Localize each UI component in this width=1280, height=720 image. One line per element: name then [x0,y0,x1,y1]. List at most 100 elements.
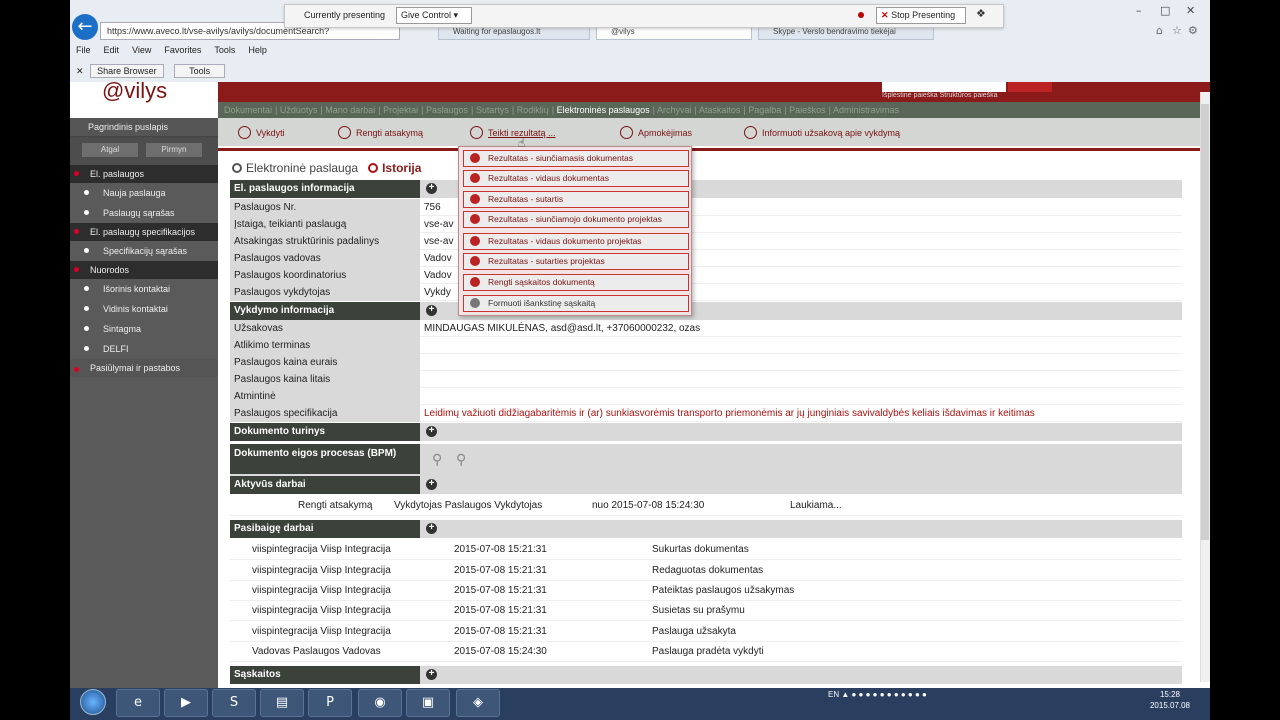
sidebar-item-external-contacts[interactable]: Išorinis kontaktai [70,279,218,299]
tab-history[interactable]: Istorija [382,161,421,175]
sidebar-item-sintagma[interactable]: Sintagma [70,319,218,339]
folder-icon[interactable]: ▤ [260,689,304,717]
minimize-icon[interactable]: – [1136,4,1142,17]
expand-icon[interactable]: + [426,523,437,534]
sidebar-group-eservices[interactable]: El. paslaugos [70,165,218,183]
start-button[interactable] [80,689,106,715]
menu-file[interactable]: File [76,45,91,55]
sidebar-item-service-list[interactable]: Paslaugų sąrašas [70,203,218,223]
zoom-in-icon[interactable]: ⚲ [432,452,442,468]
language-indicator[interactable]: EN [828,690,839,699]
nav-item-active[interactable]: Elektroninės paslaugos [557,105,650,115]
close-icon[interactable]: ✕ [1186,4,1195,17]
sidebar-group-specifications[interactable]: El. paslaugų specifikacijos [70,223,218,241]
sidebar-item-internal-contacts[interactable]: Vidinis kontaktai [70,299,218,319]
inform-icon [744,126,757,139]
expand-icon[interactable]: + [426,183,437,194]
table-row[interactable]: viispintegracija Viisp Integracija 2015-0… [230,601,1182,621]
payment-button[interactable]: Apmokėjimas [620,126,692,139]
menu-favorites[interactable]: Favorites [164,45,201,55]
expand-icon[interactable]: + [426,426,437,437]
give-control-dropdown[interactable]: Give Control ▾ [396,7,472,24]
nav-item[interactable]: Administravimas [833,105,899,115]
menu-item[interactable]: Formuoti išankstinę sąskaitą [463,295,689,312]
skype-icon[interactable]: S [212,689,256,717]
field-value: 756 [424,202,441,213]
action-toolbar: Vykdyti Rengti atsakymą Teikti rezultatą… [218,118,1200,146]
nav-item[interactable]: Paslaugos [426,105,468,115]
menu-help[interactable]: Help [248,45,267,55]
expand-icon[interactable]: + [426,305,437,316]
nav-item[interactable]: Projektai [383,105,418,115]
scrollbar-thumb[interactable] [1201,104,1209,540]
menu-edit[interactable]: Edit [104,45,120,55]
maximize-icon[interactable]: □ [1160,4,1170,17]
table-row[interactable]: viispintegracija Viisp Integracija 2015-0… [230,540,1182,560]
sidebar-group-links[interactable]: Nuorodos [70,261,218,279]
nav-item[interactable]: Archyvai [657,105,692,115]
nav-item[interactable]: Rodiklių [517,105,549,115]
work-user: Vadovas Paslaugos Vadovas [252,646,381,657]
sidebar-item-new-service[interactable]: Nauja paslauga [70,183,218,203]
share-browser-button[interactable]: Share Browser [90,64,164,78]
field-value: Leidimų važiuoti didžiagabaritėmis ir (a… [424,408,1035,419]
sidebar-home-link[interactable]: Pagrindinis puslapis [70,118,218,137]
nav-item[interactable]: Sutartys [476,105,509,115]
table-row[interactable]: Vadovas Paslaugos Vadovas 2015-07-08 15:2… [230,642,1182,662]
nav-item[interactable]: Mano darbai [325,105,375,115]
menu-item[interactable]: Rengti sąskaitos dokumentą [463,274,689,291]
pin-icon[interactable]: ❖ [976,7,986,20]
nav-item[interactable]: Paieškos [789,105,826,115]
back-nav-button[interactable]: Atgal [82,143,138,157]
sidebar-item-delfi[interactable]: DELFI [70,339,218,359]
field-label: Atsakingas struktūrinis padalinys [230,233,420,250]
search-links[interactable]: Išplėstinė paieška Struktūros paieška [882,92,998,99]
tools-button[interactable]: Tools [174,64,226,78]
menu-tools[interactable]: Tools [214,45,235,55]
back-button[interactable]: ← [72,14,98,40]
sidebar-nav-buttons: Atgal Pirmyn [70,137,218,165]
field-label: Paslaugos kaina litais [230,371,420,388]
nav-item[interactable]: Pagalba [748,105,781,115]
network-app-icon[interactable]: ◈ [456,689,500,717]
menu-item[interactable]: Rezultatas - siunčiamasis dokumentas [463,150,689,167]
table-row[interactable]: viispintegracija Viisp Integracija 2015-0… [230,581,1182,601]
media-player-icon[interactable]: ▶ [164,689,208,717]
expand-icon[interactable]: + [426,479,437,490]
stop-presenting-button[interactable]: ✕ Stop Presenting [876,7,966,24]
sidebar-feedback-link[interactable]: Pasiūlymai ir pastabos [70,359,218,377]
zoom-out-icon[interactable]: ⚲ [456,452,466,468]
tab-eservice[interactable]: Elektroninė paslauga [246,161,358,175]
inform-customer-button[interactable]: Informuoti užsakovą apie vykdymą [744,126,900,139]
sidebar-item-spec-list[interactable]: Specifikacijų sąrašas [70,241,218,261]
ie-icon[interactable]: e [116,689,160,717]
menu-item[interactable]: Rezultatas - sutartis [463,191,689,208]
gear-icon[interactable]: ⚙ [1188,24,1198,37]
chrome-icon[interactable]: ◉ [358,689,402,717]
app-window-icon[interactable]: ▣ [406,689,450,717]
submit-result-button[interactable]: Teikti rezultatą ... [470,126,556,139]
nav-item[interactable]: Užduotys [280,105,318,115]
favorites-star-icon[interactable]: ☆ [1172,24,1182,37]
execute-button[interactable]: Vykdyti [238,126,285,139]
taskbar-clock[interactable]: 15:28 2015.07.08 [1148,689,1192,711]
search-input[interactable] [882,82,1006,92]
forward-nav-button[interactable]: Pirmyn [146,143,202,157]
table-row[interactable]: Rengti atsakymą Vykdytojas Paslaugos Vyk… [230,496,1182,516]
prepare-answer-button[interactable]: Rengti atsakymą [338,126,423,139]
close-toolbar-icon[interactable]: ✕ [76,66,84,76]
menu-item[interactable]: Rezultatas - vidaus dokumentas [463,170,689,187]
menu-view[interactable]: View [132,45,151,55]
menu-item[interactable]: Rezultatas - vidaus dokumento projektas [463,233,689,250]
search-button[interactable] [1008,82,1052,92]
table-row[interactable]: viispintegracija Viisp Integracija 2015-0… [230,561,1182,581]
menu-item[interactable]: Rezultatas - sutarties projektas [463,253,689,270]
home-icon[interactable]: ⌂ [1156,24,1163,37]
expand-icon[interactable]: + [426,669,437,680]
nav-item[interactable]: Dokumentai [224,105,272,115]
invoices-section: Sąskaitos + [230,666,1182,684]
menu-item[interactable]: Rezultatas - siunčiamojo dokumento proje… [463,211,689,228]
powerpoint-icon[interactable]: P [308,689,352,717]
nav-item[interactable]: Ataskaitos [699,105,741,115]
table-row[interactable]: viispintegracija Viisp Integracija 2015-0… [230,622,1182,642]
